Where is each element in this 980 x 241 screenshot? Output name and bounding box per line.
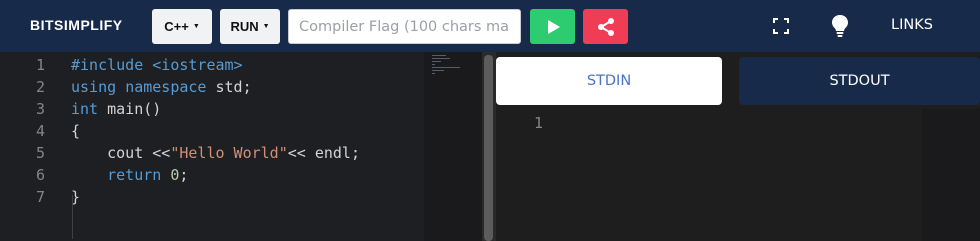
code-token: return bbox=[107, 166, 162, 184]
line-number: 6 bbox=[35, 166, 45, 184]
code-token: "Hello World" bbox=[170, 144, 288, 162]
line-number: 2 bbox=[35, 78, 45, 96]
tab-stdout[interactable]: STDOUT bbox=[739, 57, 980, 105]
editor-minimap[interactable] bbox=[424, 52, 482, 241]
code-token: cout << bbox=[71, 144, 171, 162]
code-token: int bbox=[71, 100, 99, 118]
code-token: std; bbox=[206, 78, 252, 96]
code-line[interactable]: { bbox=[71, 120, 80, 142]
line-number-gutter: 1 2 3 4 5 6 7 bbox=[0, 52, 60, 241]
code-token: #include <iostream> bbox=[71, 56, 243, 74]
code-line[interactable]: using namespace std; bbox=[71, 76, 252, 98]
editor-scrollbar[interactable] bbox=[484, 55, 493, 241]
run-dropdown-label: RUN bbox=[230, 19, 259, 34]
compiler-flag-input[interactable] bbox=[288, 9, 521, 44]
indent-guide bbox=[72, 195, 73, 239]
minimap-line bbox=[432, 61, 441, 62]
minimap-line bbox=[432, 58, 450, 59]
language-dropdown[interactable]: C++ ▼ bbox=[152, 9, 212, 44]
play-icon bbox=[547, 19, 560, 34]
code-line[interactable]: cout <<"Hello World"<< endl; bbox=[71, 142, 360, 164]
code-token: namespace bbox=[125, 78, 207, 96]
theme-toggle-button[interactable] bbox=[828, 13, 852, 39]
minimap-line bbox=[432, 55, 446, 56]
code-token: << endl; bbox=[287, 144, 360, 162]
top-navbar: BITSIMPLIFY C++ ▼ RUN ▼ L bbox=[0, 0, 980, 52]
line-number: 4 bbox=[35, 122, 45, 140]
brand-logo[interactable]: BITSIMPLIFY bbox=[30, 17, 123, 33]
line-number: 7 bbox=[35, 188, 45, 206]
run-button[interactable] bbox=[530, 9, 575, 44]
code-token: using bbox=[71, 78, 117, 96]
links-menu[interactable]: LINKS bbox=[891, 17, 933, 33]
code-token: main() bbox=[98, 100, 162, 118]
caret-down-icon: ▼ bbox=[192, 23, 200, 30]
fullscreen-button[interactable] bbox=[770, 15, 792, 37]
minimap-line bbox=[432, 64, 435, 65]
share-icon bbox=[597, 17, 614, 36]
line-number: 1 bbox=[35, 56, 45, 74]
code-token: { bbox=[71, 122, 81, 140]
minimap-line bbox=[432, 67, 460, 68]
code-editor[interactable]: 1 2 3 4 5 6 7 #include <iostream> using namespa… bbox=[0, 52, 482, 241]
code-line[interactable]: int main() bbox=[71, 98, 161, 120]
minimap-line bbox=[432, 70, 444, 71]
fullscreen-icon bbox=[773, 18, 789, 34]
io-pane: STDIN STDOUT 1 bbox=[496, 52, 980, 241]
run-options-dropdown[interactable]: RUN ▼ bbox=[220, 9, 280, 44]
stdout-editor[interactable]: 1 bbox=[496, 109, 980, 241]
output-minimap[interactable] bbox=[922, 109, 980, 241]
minimap-line bbox=[432, 73, 435, 74]
tab-stdin[interactable]: STDIN bbox=[496, 57, 722, 105]
lightbulb-icon bbox=[832, 15, 848, 37]
line-number: 1 bbox=[533, 114, 543, 132]
line-number: 3 bbox=[35, 100, 45, 118]
share-button[interactable] bbox=[583, 9, 628, 44]
code-token: ; bbox=[179, 166, 189, 184]
language-label: C++ bbox=[164, 19, 189, 34]
io-tabbar: STDIN STDOUT bbox=[496, 52, 980, 109]
caret-down-icon: ▼ bbox=[262, 23, 270, 30]
code-line[interactable]: return 0; bbox=[71, 164, 188, 186]
code-line[interactable]: #include <iostream> bbox=[71, 54, 243, 76]
line-number: 5 bbox=[35, 144, 45, 162]
